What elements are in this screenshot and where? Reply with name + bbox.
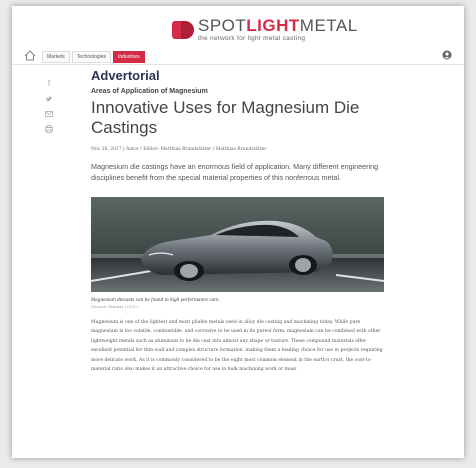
hero-image bbox=[91, 197, 384, 292]
nav-item-markets[interactable]: Markets bbox=[42, 51, 70, 63]
logo-word-metal: METAL bbox=[299, 16, 358, 36]
article-byline: Nov 26, 2017 | Autor / Editor: Matthias … bbox=[91, 147, 267, 152]
logo-mark-icon bbox=[172, 19, 194, 41]
logo-word-spot: SPOT bbox=[198, 16, 247, 36]
article-kicker: Advertorial bbox=[91, 68, 160, 83]
article-body: Magnesium is one of the lightest and mos… bbox=[91, 320, 383, 373]
email-icon[interactable] bbox=[45, 110, 53, 118]
twitter-icon[interactable] bbox=[45, 95, 53, 103]
logo-wordmark: SPOTLIGHTMETAL bbox=[198, 17, 358, 34]
facebook-icon[interactable]: f bbox=[45, 80, 53, 88]
share-bar: f bbox=[45, 80, 53, 133]
nav-items: Markets Technologies Industries bbox=[42, 51, 145, 63]
home-icon[interactable] bbox=[24, 50, 36, 61]
user-icon[interactable] bbox=[442, 50, 452, 60]
logo-word-light: LIGHT bbox=[246, 16, 300, 36]
car-photo bbox=[91, 197, 384, 292]
article-title: Innovative Uses for Magnesium Die Castin… bbox=[91, 98, 360, 137]
article-subkicker: Areas of Application of Magnesium bbox=[91, 88, 208, 95]
image-source: (Source: Pixabay / CC0 ) bbox=[91, 304, 139, 309]
logo-text: SPOTLIGHTMETAL the network for light met… bbox=[198, 17, 358, 43]
print-icon[interactable] bbox=[45, 125, 53, 133]
article: Advertorial Areas of Application of Magn… bbox=[91, 68, 386, 374]
nav-item-industries[interactable]: Industries bbox=[112, 51, 145, 63]
nav-item-technologies[interactable]: Technologies bbox=[71, 51, 111, 63]
main-nav: Markets Technologies Industries bbox=[12, 48, 464, 65]
image-caption: Magnesium diecasts can be found in high … bbox=[91, 297, 220, 302]
article-page: SPOTLIGHTMETAL the network for light met… bbox=[12, 6, 464, 458]
site-logo[interactable]: SPOTLIGHTMETAL the network for light met… bbox=[172, 14, 358, 46]
logo-tagline: the network for light metal casting bbox=[198, 35, 306, 43]
article-lead: Magnesium die castings have an enormous … bbox=[91, 162, 379, 182]
